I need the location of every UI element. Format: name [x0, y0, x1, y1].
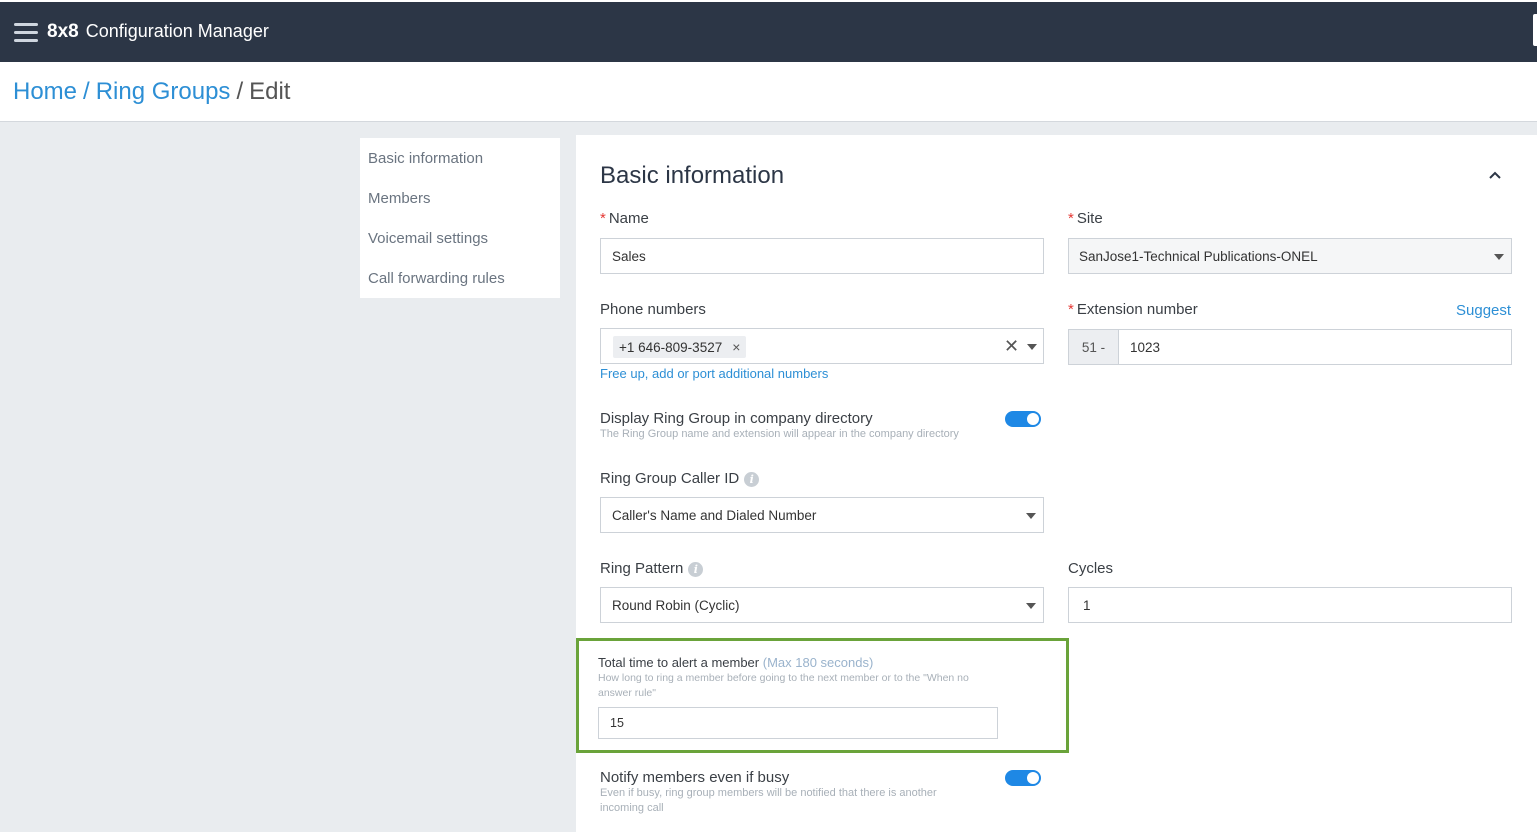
breadcrumb-current: Edit: [249, 78, 291, 105]
notify-busy-label: Notify members even if busy: [600, 769, 790, 786]
nav-item-call-forwarding-rules[interactable]: Call forwarding rules: [368, 270, 505, 287]
ring-pattern-value: Round Robin (Cyclic): [612, 597, 740, 613]
chevron-down-icon: [1026, 603, 1036, 609]
breadcrumb-ring-groups[interactable]: Ring Groups: [96, 78, 231, 105]
notify-busy-hint: Even if busy, ring group members will be…: [600, 787, 937, 814]
phone-numbers-select[interactable]: +1 646-809-3527 × ✕: [600, 328, 1044, 364]
ring-pattern-label-text: Ring Pattern: [600, 560, 684, 577]
caller-id-label-text: Ring Group Caller ID: [600, 470, 740, 487]
required-marker: *: [1068, 301, 1074, 318]
corner-tab: [1533, 14, 1537, 46]
breadcrumb-separator: /: [83, 78, 90, 105]
suggest-link[interactable]: Suggest: [1456, 302, 1511, 319]
panel-title: Basic information: [600, 162, 785, 189]
info-icon[interactable]: i: [744, 471, 760, 487]
chevron-down-icon[interactable]: [1027, 344, 1037, 350]
cycles-value: 1: [1083, 597, 1091, 613]
breadcrumb-separator: /: [236, 78, 244, 105]
name-input[interactable]: Sales: [600, 238, 1044, 274]
extension-input[interactable]: 51 - 1023: [1068, 329, 1512, 365]
caller-id-select[interactable]: Caller's Name and Dialed Number: [600, 497, 1044, 533]
menu-icon[interactable]: [14, 23, 38, 43]
highlight-frame: [576, 638, 1069, 753]
required-marker: *: [600, 210, 606, 227]
phone-numbers-label: Phone numbers: [600, 301, 706, 318]
name-value: Sales: [612, 248, 646, 264]
site-label: * Site: [1068, 210, 1103, 227]
cycles-label: Cycles: [1068, 560, 1114, 577]
breadcrumb-bar: Home / Ring Groups / Edit: [0, 62, 1537, 122]
extension-prefix: 51 -: [1069, 330, 1119, 364]
nav-item-voicemail-settings[interactable]: Voicemail settings: [368, 230, 488, 247]
info-icon[interactable]: i: [688, 561, 704, 577]
extension-label-text: Extension number: [1076, 301, 1198, 318]
free-up-numbers-link[interactable]: Free up, add or port additional numbers: [600, 366, 828, 381]
chevron-up-icon[interactable]: [1488, 168, 1502, 182]
breadcrumb-home[interactable]: Home: [13, 78, 77, 105]
name-label-text: Name: [608, 210, 649, 227]
breadcrumb: Home / Ring Groups / Edit: [13, 78, 290, 106]
chevron-down-icon: [1026, 513, 1036, 519]
site-label-text: Site: [1076, 210, 1103, 227]
cycles-input[interactable]: 1: [1068, 587, 1512, 623]
notify-busy-toggle[interactable]: [1005, 770, 1041, 786]
name-label: * Name: [600, 210, 649, 227]
chevron-down-icon: [1494, 254, 1504, 260]
nav-item-members[interactable]: Members: [368, 190, 431, 207]
nav-item-basic-information[interactable]: Basic information: [368, 150, 483, 167]
required-marker: *: [1068, 210, 1074, 227]
site-select[interactable]: SanJose1-Technical Publications-ONEL: [1068, 238, 1512, 274]
ring-pattern-select[interactable]: Round Robin (Cyclic): [600, 587, 1044, 623]
caller-id-label: Ring Group Caller ID i: [600, 470, 760, 487]
directory-toggle[interactable]: [1005, 411, 1041, 427]
app-title: Configuration Manager: [85, 21, 269, 41]
extension-label: * Extension number: [1068, 301, 1198, 318]
brand-logo: 8x8: [47, 21, 79, 42]
app-brand: 8x8 Configuration Manager: [47, 21, 269, 43]
chip-remove-icon[interactable]: ×: [732, 339, 740, 355]
section-nav: Basic information Members Voicemail sett…: [360, 138, 560, 298]
extension-value: 1023: [1130, 339, 1161, 355]
clear-icon[interactable]: ✕: [1004, 336, 1019, 357]
directory-hint: The Ring Group name and extension will a…: [600, 428, 959, 440]
directory-label: Display Ring Group in company directory: [600, 410, 873, 427]
site-value: SanJose1-Technical Publications-ONEL: [1079, 248, 1318, 264]
top-bar: 8x8 Configuration Manager: [0, 0, 1537, 62]
ring-pattern-label: Ring Pattern i: [600, 560, 704, 577]
phone-number-chip-text: +1 646-809-3527: [619, 339, 723, 355]
caller-id-value: Caller's Name and Dialed Number: [612, 507, 817, 523]
phone-number-chip: +1 646-809-3527 ×: [613, 336, 747, 358]
